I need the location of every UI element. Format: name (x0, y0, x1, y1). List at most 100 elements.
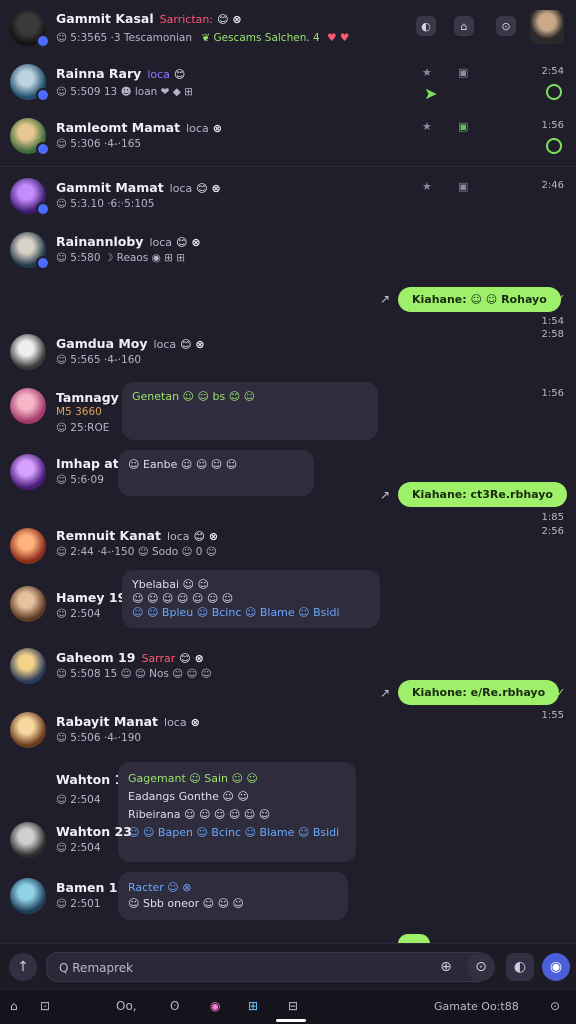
contact-emoji: 😊 ⊗ (176, 236, 201, 249)
header-sub: ☺ 5:3565 ·3 Tescamonian ❦ Gescams Salche… (56, 32, 350, 44)
tab-calls[interactable]: ʘ (170, 999, 179, 1013)
chat-header: Gammit Kasal Sarrictan: 😊 ⊗ ☺ 5:3565 ·3 Te… (0, 0, 576, 56)
avatar (10, 712, 46, 748)
contact-tag: loca (186, 122, 209, 135)
incoming-message[interactable]: ☺ Eanbe ☺ ☺ ☺ ☺ (118, 450, 314, 496)
contact-name: Remnuit Kanat loca 😊 ⊗ (56, 528, 219, 543)
reply-icon[interactable]: ↗ (380, 292, 390, 306)
status-dot (36, 142, 50, 156)
contact-name: Rainna Rary loca 😊 (56, 66, 186, 81)
sent-tick-icon: ✓ (556, 686, 566, 699)
timestamp: 1:56 (541, 120, 564, 131)
upload-button[interactable]: ↑ (9, 953, 37, 981)
profile-avatar[interactable] (530, 10, 564, 44)
sent-tick-icon: ✓ (556, 488, 566, 501)
list-item[interactable]: Ramleomt Mamat loca ⊗ ☺ 5:306 ·4-·165 ★ ▣ … (0, 112, 576, 166)
outgoing-message[interactable]: Kiahone: e/Re.rbhayo (398, 680, 560, 705)
contact-sub: ☺ 5:506 ·4-·190 (56, 732, 142, 744)
online-dot (546, 84, 562, 100)
list-item[interactable]: Tamnagy 9: M5 3660 ☺ 25:ROE Genetan ☺ ☺ … (0, 382, 576, 444)
tab-status[interactable]: Oo, (116, 999, 137, 1013)
header-name: Gammit Kasal Sarrictan: 😊 ⊗ (56, 11, 242, 26)
star-icon[interactable]: ★ (422, 120, 432, 133)
list-item[interactable]: Remnuit Kanat loca 😊 ⊗ ☺ 2:44 ·4-·150 ☺ So… (0, 524, 576, 572)
list-item[interactable]: Bamen 19 ☺ 2:501 Racter ☺ ⊗ ☺ Sbb oneor … (0, 872, 576, 924)
incoming-message[interactable]: Ybelabai ☺ ☺ ☺ ☺ ☺ ☺ ☺ ☺ ☺ ☺ ☺ Bpleu ☺ B… (122, 570, 380, 628)
tab-media[interactable]: ⊡ (40, 999, 50, 1013)
contact-name: Gaheom 19 Sarrar 😊 ⊗ (56, 650, 204, 665)
account-icon[interactable]: ⊙ (550, 999, 560, 1013)
list-item[interactable]: Gammit Mamat loca 😊 ⊗ ☺ 5:3.10 ·6:·5:105 ★… (0, 170, 576, 224)
camera-icon[interactable]: ⊙ (496, 16, 516, 36)
avatar (10, 388, 46, 424)
contact-emoji: 😊 ⊗ (193, 530, 219, 543)
contact-sub: ☺ 25:ROE (56, 422, 110, 434)
contact-emoji: ⊗ (212, 122, 222, 135)
home-icon[interactable]: ⌂ (454, 16, 474, 36)
contact-tag: loca (166, 530, 190, 543)
tab-apps[interactable]: ⊞ (248, 999, 258, 1013)
message-line: Racter ☺ ⊗ (128, 881, 192, 894)
outgoing-message[interactable]: Kiahane: ☺ ☺ Rohayo (398, 287, 561, 312)
contact-name: Rabayit Manat loca ⊗ (56, 714, 200, 729)
location-icon[interactable]: ◐ (416, 16, 436, 36)
status-dot (36, 256, 50, 270)
list-item[interactable]: Rainannloby loca 😊 ⊗ ☺ 5:580 ☽ Reaos ◉ ⊞ ⊞ (0, 226, 576, 280)
contact-sub: M5 3660 (56, 406, 102, 418)
contact-sub: ☺ 5:580 ☽ Reaos ◉ ⊞ ⊞ (56, 252, 186, 264)
contact-name: Wahton 23 (56, 824, 132, 839)
send-arrow-icon[interactable]: ➤ (424, 84, 437, 103)
avatar (10, 528, 46, 564)
tab-chats[interactable]: ⊟ (288, 999, 298, 1013)
incoming-message[interactable]: Genetan ☺ ☺ bs 😊 ☺ (122, 382, 378, 440)
avatar (10, 454, 46, 490)
message-line: Ybelabai ☺ ☺ (132, 578, 209, 591)
contact-name: Gammit Mamat loca 😊 ⊗ (56, 180, 221, 195)
message-line: ☺ ☺ ☺ ☺ ☺ ☺ ☺ (132, 592, 234, 605)
list-item[interactable]: Hamey 19 ☺ 2:504 Ybelabai ☺ ☺ ☺ ☺ ☺ ☺ ☺ … (0, 570, 576, 632)
online-dot (546, 138, 562, 154)
star-icon[interactable]: ★ (422, 180, 432, 193)
outgoing-message[interactable]: Kiahane: ct3Re.rbhayo (398, 482, 567, 507)
contact-sub: ☺ 2:504 (56, 794, 101, 806)
list-item[interactable]: Wahton 23 ☺ 2:504 (0, 820, 576, 862)
timestamp: 1:54 (541, 316, 564, 327)
contact-name: Bamen 19 (56, 880, 127, 895)
message-line: ☺ ☺ Bpleu ☺ Bcinc ☺ Blame ☺ Bsidi (132, 606, 340, 619)
message-input[interactable]: Q Remaprek (46, 952, 490, 982)
contact-emoji: 😊 ⊗ (196, 182, 221, 195)
list-item[interactable]: Gamdua Moy loca 😊 ⊗ ☺ 5:565 ·4-·160 (0, 330, 576, 374)
contact-sub: ☺ 2:501 (56, 898, 101, 910)
sparkle-icon[interactable]: ⊕ (432, 953, 460, 981)
sticker-button[interactable]: ◐ (506, 953, 534, 981)
list-item[interactable]: Rabayit Manat loca ⊗ ☺ 5:506 ·4-·190 (0, 710, 576, 758)
contact-tag: loca (153, 338, 177, 351)
emoji-button[interactable]: ⊙ (467, 953, 495, 981)
avatar (10, 648, 46, 684)
avatar (10, 334, 46, 370)
status-dot (36, 202, 50, 216)
reply-icon[interactable]: ↗ (380, 686, 390, 700)
contact-emoji: ⊗ (190, 716, 200, 729)
contact-sub: ☺ 2:44 ·4-·150 ☺ Sodo ☺ 0 ☺ (56, 546, 217, 558)
reply-icon[interactable]: ↗ (380, 488, 390, 502)
contact-tag: loca (169, 182, 193, 195)
avatar (10, 586, 46, 622)
contact-sub: ☺ 5:508 15 ☺ ☺ Nos ☺ ☺ ☺ (56, 668, 212, 680)
contact-sub: ☺ 5:6·09 (56, 474, 104, 486)
list-item[interactable]: Rainna Rary loca 😊 ☺ 5:509 13 ☻ loan ❤ ◆ ⊞… (0, 56, 576, 112)
header-sub-badge: ❦ Gescams Salchen. 4 (201, 32, 320, 44)
tab-communities[interactable]: ◉ (210, 999, 220, 1013)
timestamp: 2:46 (541, 180, 564, 191)
timestamp: 1:85 (541, 512, 564, 523)
incoming-message[interactable]: Racter ☺ ⊗ ☺ Sbb oneor ☺ ☺ ☺ (118, 872, 348, 920)
contact-sub: ☺ 2:504 (56, 608, 101, 620)
avatar (10, 822, 46, 858)
tab-home[interactable]: ⌂ (10, 999, 18, 1013)
send-button[interactable]: ◉ (542, 953, 570, 981)
timestamp: 1:56 (541, 388, 564, 399)
contact-sub: ☺ 5:306 ·4-·165 (56, 138, 142, 150)
bottom-status-text: Gamate Oo:t88 (434, 1000, 519, 1013)
contact-sub: ☺ 2:504 (56, 842, 101, 854)
star-icon[interactable]: ★ (422, 66, 432, 79)
